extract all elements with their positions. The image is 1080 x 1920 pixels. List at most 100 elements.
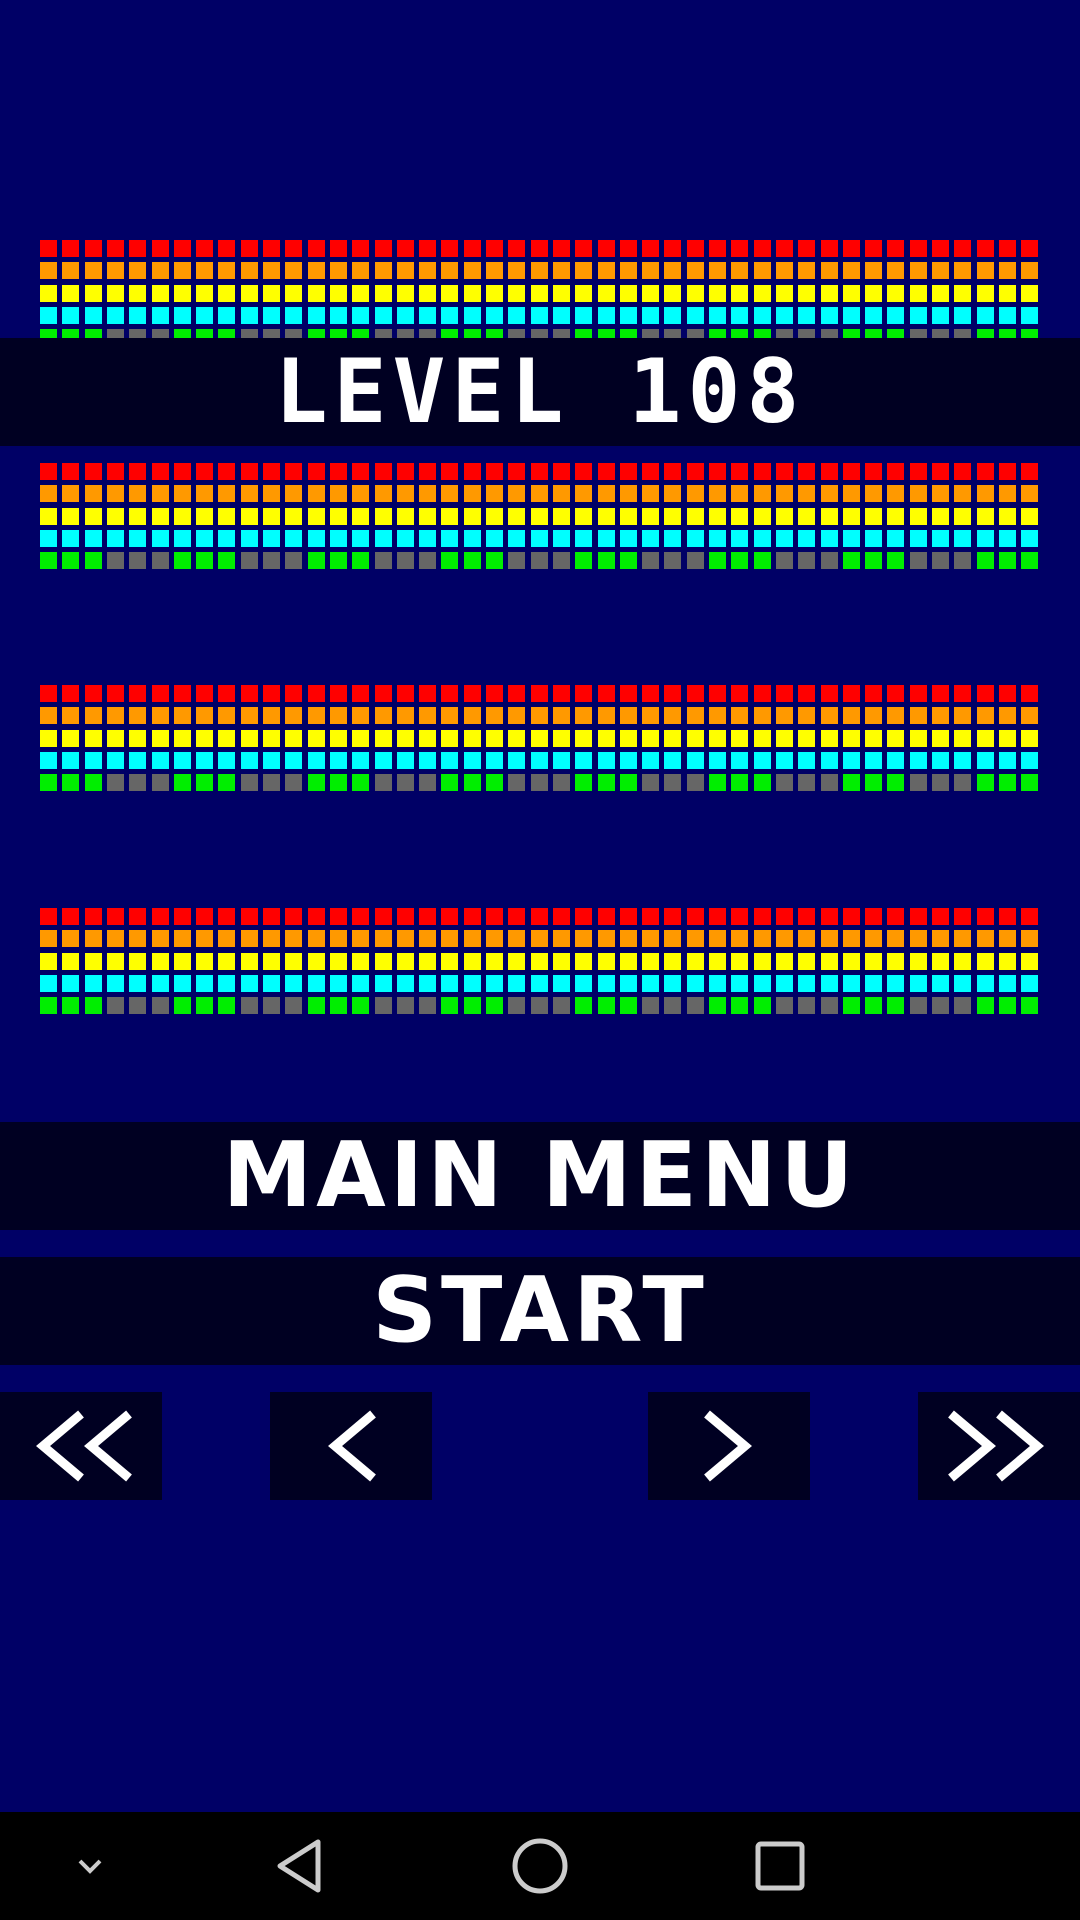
grid-block <box>241 707 258 724</box>
grid-block <box>575 530 592 547</box>
grid-block <box>308 997 325 1014</box>
home-button[interactable] <box>480 1812 600 1920</box>
grid-block <box>129 930 146 947</box>
grid-block <box>620 485 637 502</box>
grid-block <box>486 307 503 324</box>
grid-block <box>464 685 481 702</box>
grid-block <box>285 463 302 480</box>
grid-block <box>887 908 904 925</box>
grid-block <box>196 953 213 970</box>
grid-block <box>687 485 704 502</box>
grid-block <box>709 774 726 791</box>
grid-block <box>129 285 146 302</box>
grid-block <box>419 307 436 324</box>
grid-block <box>709 752 726 769</box>
grid-block <box>999 530 1016 547</box>
grid-block <box>419 685 436 702</box>
grid-block <box>285 552 302 569</box>
grid-block <box>441 930 458 947</box>
grid-block <box>129 463 146 480</box>
grid-block <box>352 285 369 302</box>
grid-block <box>821 930 838 947</box>
grid-block <box>419 707 436 724</box>
grid-block <box>709 485 726 502</box>
grid-block <box>352 262 369 279</box>
grid-block <box>977 463 994 480</box>
grid-block <box>910 552 927 569</box>
grid-block <box>174 685 191 702</box>
grid-block <box>241 774 258 791</box>
grid-block <box>107 530 124 547</box>
grid-block <box>977 774 994 791</box>
grid-block <box>129 552 146 569</box>
recents-button[interactable] <box>720 1812 840 1920</box>
back-button[interactable] <box>240 1812 360 1920</box>
grid-block <box>754 508 771 525</box>
hide-keyboard-button[interactable] <box>30 1812 150 1920</box>
grid-block <box>642 463 659 480</box>
grid-block <box>865 240 882 257</box>
main-menu-button[interactable]: MAIN MENU <box>0 1122 1080 1230</box>
grid-block <box>887 285 904 302</box>
grid-block <box>107 508 124 525</box>
grid-block <box>441 707 458 724</box>
grid-block <box>954 908 971 925</box>
grid-block <box>285 953 302 970</box>
grid-block <box>152 774 169 791</box>
grid-block <box>798 508 815 525</box>
grid-block <box>152 953 169 970</box>
next-level-button[interactable] <box>648 1392 810 1500</box>
grid-block <box>508 908 525 925</box>
grid-block <box>486 752 503 769</box>
grid-block <box>152 997 169 1014</box>
back-triangle-icon <box>277 1839 321 1893</box>
grid-block <box>865 774 882 791</box>
grid-block <box>954 463 971 480</box>
grid-block <box>464 285 481 302</box>
grid-block <box>531 262 548 279</box>
start-button[interactable]: START <box>0 1257 1080 1365</box>
grid-block <box>754 953 771 970</box>
grid-block <box>843 908 860 925</box>
grid-block <box>553 552 570 569</box>
grid-block <box>352 463 369 480</box>
grid-block <box>553 240 570 257</box>
grid-block <box>687 463 704 480</box>
grid-block <box>174 508 191 525</box>
grid-block <box>40 730 57 747</box>
grid-block <box>107 463 124 480</box>
grid-block <box>798 463 815 480</box>
grid-block <box>798 485 815 502</box>
grid-block <box>1021 930 1038 947</box>
grid-block <box>932 463 949 480</box>
grid-block <box>531 485 548 502</box>
grid-block <box>486 774 503 791</box>
grid-block <box>598 685 615 702</box>
grid-block <box>263 285 280 302</box>
grid-block <box>397 774 414 791</box>
grid-block <box>754 240 771 257</box>
grid-block <box>642 752 659 769</box>
grid-block <box>40 262 57 279</box>
grid-block <box>620 307 637 324</box>
grid-block <box>887 930 904 947</box>
grid-block <box>85 552 102 569</box>
grid-block <box>285 908 302 925</box>
grid-block <box>798 707 815 724</box>
grid-block <box>285 730 302 747</box>
first-level-button[interactable] <box>0 1392 162 1500</box>
grid-block <box>932 752 949 769</box>
grid-block <box>308 730 325 747</box>
grid-block <box>508 730 525 747</box>
grid-block <box>910 730 927 747</box>
grid-block <box>397 285 414 302</box>
grid-block <box>999 552 1016 569</box>
grid-block <box>932 485 949 502</box>
grid-block <box>330 307 347 324</box>
last-level-button[interactable] <box>918 1392 1080 1500</box>
grid-block <box>464 508 481 525</box>
grid-block <box>464 552 481 569</box>
grid-block <box>174 463 191 480</box>
previous-level-button[interactable] <box>270 1392 432 1500</box>
grid-block <box>174 997 191 1014</box>
